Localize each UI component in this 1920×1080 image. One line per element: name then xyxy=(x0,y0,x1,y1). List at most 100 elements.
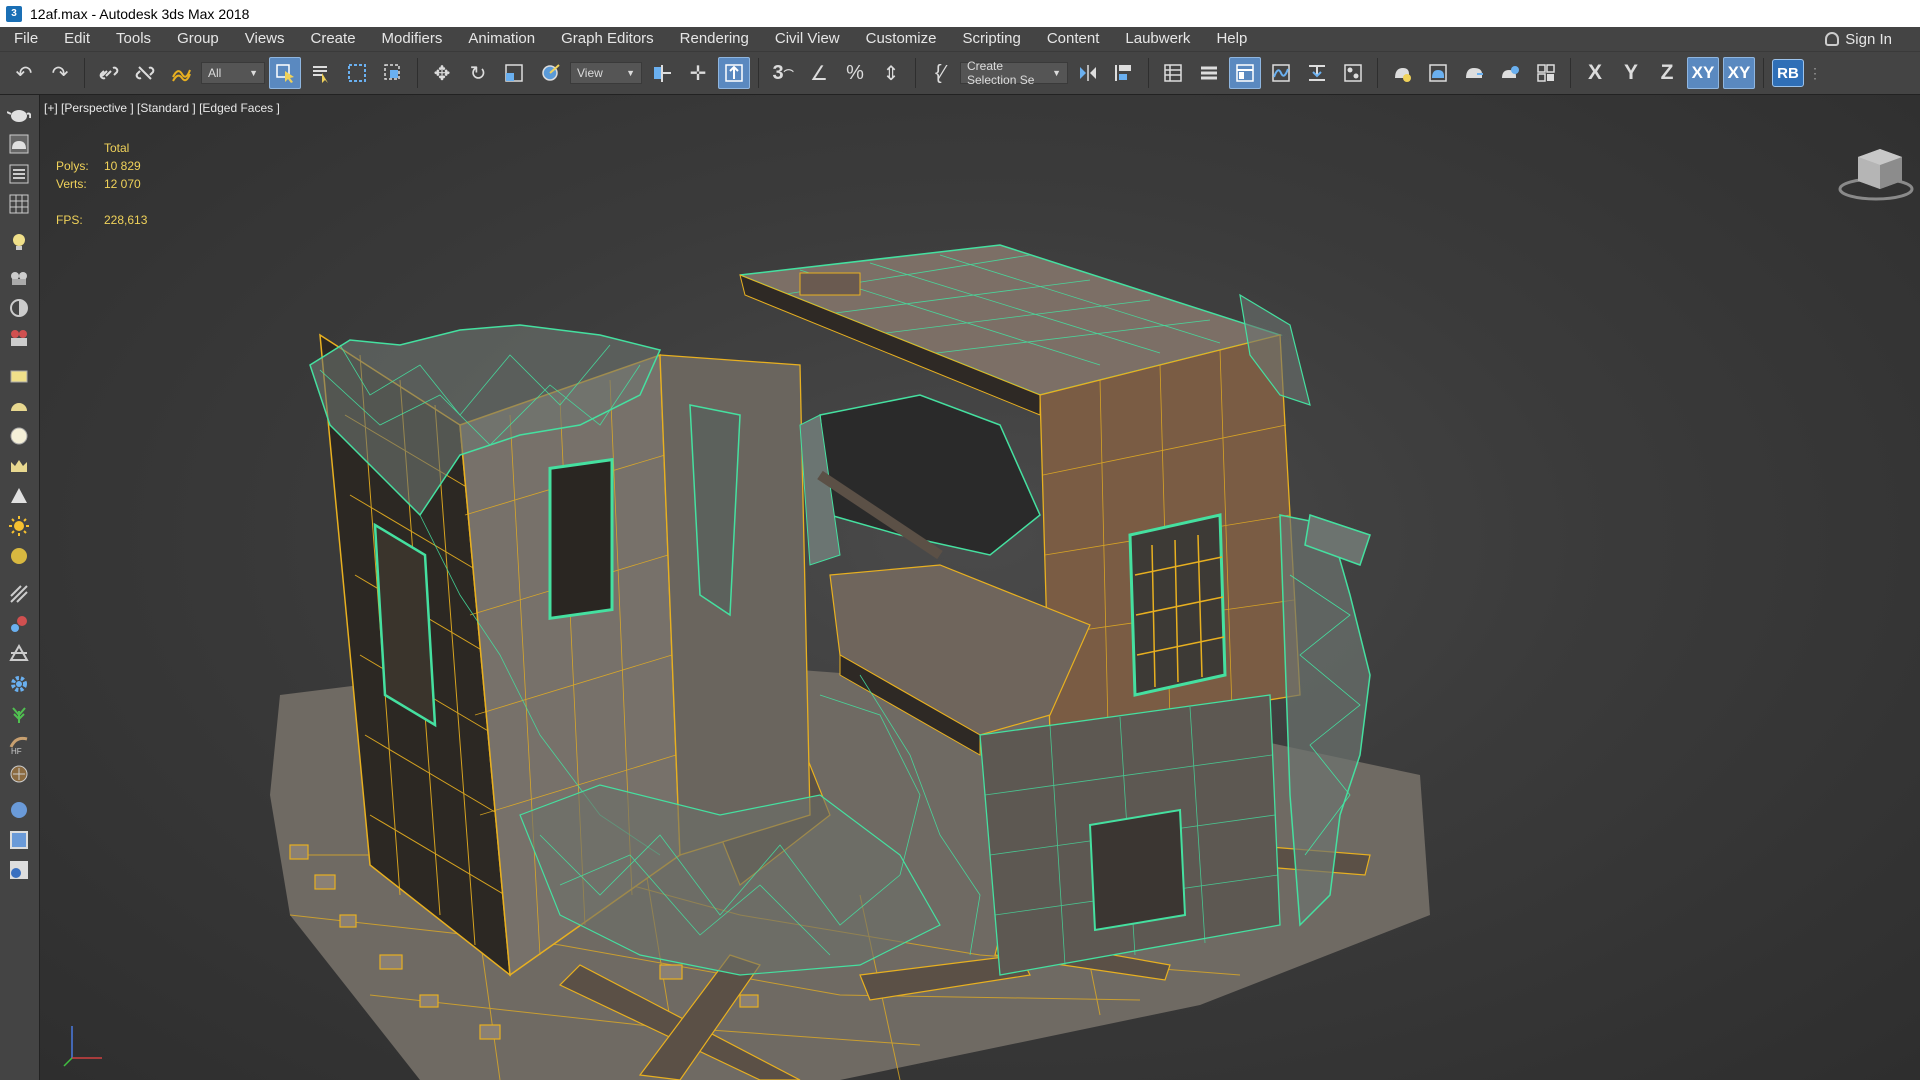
snaps-toggle-icon[interactable]: 3 ⌒ xyxy=(767,57,799,89)
menu-content[interactable]: Content xyxy=(1034,27,1113,51)
toolbar-grip-icon[interactable]: ⋮ xyxy=(1808,57,1822,89)
undo-icon[interactable]: ↶ xyxy=(8,57,40,89)
reference-coord-value: View xyxy=(577,66,603,80)
menu-help[interactable]: Help xyxy=(1203,27,1260,51)
pivot-center-icon[interactable] xyxy=(646,57,678,89)
axis-constraint-y[interactable]: Y xyxy=(1615,57,1647,89)
toolbar-divider xyxy=(1377,58,1378,88)
stats-fps-value: 228,613 xyxy=(104,213,148,227)
motion-path-icon[interactable] xyxy=(6,295,32,321)
toggle-ribbon-icon[interactable] xyxy=(1229,57,1261,89)
rotate-icon[interactable]: ↻ xyxy=(462,57,494,89)
cone-primitive-icon[interactable] xyxy=(6,483,32,509)
left-wall-window xyxy=(548,457,614,621)
light-bulb-icon[interactable] xyxy=(6,229,32,255)
menu-modifiers[interactable]: Modifiers xyxy=(369,27,456,51)
teapot-icon[interactable] xyxy=(6,101,32,127)
material-slot-icon[interactable] xyxy=(6,827,32,853)
unlink-icon[interactable] xyxy=(129,57,161,89)
select-manipulate-icon[interactable]: ✛ xyxy=(682,57,714,89)
perspective-viewport[interactable]: [+] [Perspective ] [Standard ] [Edged Fa… xyxy=(40,95,1920,1080)
sphere-primitive-icon[interactable] xyxy=(6,423,32,449)
menu-rendering[interactable]: Rendering xyxy=(667,27,762,51)
menu-group[interactable]: Group xyxy=(164,27,232,51)
viewport-label[interactable]: [+] [Perspective ] [Standard ] [Edged Fa… xyxy=(44,101,280,115)
menu-laubwerk[interactable]: Laubwerk xyxy=(1112,27,1203,51)
menu-views[interactable]: Views xyxy=(232,27,298,51)
menu-graph-editors[interactable]: Graph Editors xyxy=(548,27,667,51)
3ds-max-icon[interactable]: 3 xyxy=(6,5,22,22)
svg-text:HF: HF xyxy=(11,747,22,755)
menu-customize[interactable]: Customize xyxy=(853,27,950,51)
menu-civil-view[interactable]: Civil View xyxy=(762,27,853,51)
move-icon[interactable]: ✥ xyxy=(426,57,458,89)
axis-constraint-xy[interactable]: XY xyxy=(1687,57,1719,89)
render-setup-icon[interactable] xyxy=(1386,57,1418,89)
render-output-icon[interactable] xyxy=(6,857,32,883)
rect-selection-icon[interactable] xyxy=(341,57,373,89)
select-by-name-icon[interactable] xyxy=(305,57,337,89)
reference-coord-dropdown[interactable]: View ▼ xyxy=(570,62,642,84)
material-editor-icon[interactable] xyxy=(1337,57,1369,89)
compound-object-icon[interactable] xyxy=(6,641,32,667)
curve-editor-icon[interactable] xyxy=(1265,57,1297,89)
render-shortcuts-icon[interactable] xyxy=(1530,57,1562,89)
scale-icon[interactable] xyxy=(498,57,530,89)
rb-button[interactable]: RB xyxy=(1772,59,1804,87)
mirror-icon[interactable] xyxy=(1072,57,1104,89)
video-camera-icon[interactable] xyxy=(6,325,32,351)
rendered-frame-window-icon[interactable] xyxy=(1422,57,1454,89)
hemisphere-primitive-icon[interactable] xyxy=(6,393,32,419)
sign-in-button[interactable]: Sign In xyxy=(1825,27,1892,51)
lower-door xyxy=(1088,808,1187,932)
menu-file[interactable]: File xyxy=(0,27,51,51)
viewcube-icon[interactable] xyxy=(1834,135,1914,205)
toolbar-divider xyxy=(915,58,916,88)
plane-primitive-icon[interactable] xyxy=(6,363,32,389)
axis-constraint-xy-cycle[interactable]: XY xyxy=(1723,57,1755,89)
selection-set-dropdown[interactable]: Create Selection Se ▼ xyxy=(960,59,1068,87)
spinner-snap-icon[interactable]: ⇕ xyxy=(875,57,907,89)
link-icon[interactable] xyxy=(93,57,125,89)
axis-constraint-x[interactable]: X xyxy=(1579,57,1611,89)
hair-fur-icon[interactable]: HF xyxy=(6,731,32,757)
percent-snap-icon[interactable]: % xyxy=(839,57,871,89)
select-object-icon[interactable] xyxy=(269,57,301,89)
render-production-icon[interactable] xyxy=(1458,57,1490,89)
hatch-pattern-icon[interactable] xyxy=(6,581,32,607)
selection-filter-dropdown[interactable]: All ▼ xyxy=(201,62,265,84)
angle-snap-icon[interactable]: ∠ xyxy=(803,57,835,89)
menu-tools[interactable]: Tools xyxy=(103,27,164,51)
menu-animation[interactable]: Animation xyxy=(455,27,548,51)
gear-icon[interactable] xyxy=(6,671,32,697)
cloth-icon[interactable] xyxy=(6,761,32,787)
sun-light-icon[interactable] xyxy=(6,513,32,539)
camera-helper-icon[interactable] xyxy=(6,265,32,291)
edit-named-selection-icon[interactable]: {⁄ xyxy=(924,57,956,89)
redo-icon[interactable]: ↷ xyxy=(44,57,76,89)
foliage-icon[interactable] xyxy=(6,701,32,727)
particle-system-icon[interactable] xyxy=(6,611,32,637)
user-icon xyxy=(1825,32,1840,46)
keyboard-shortcut-override-icon[interactable] xyxy=(718,57,750,89)
menu-edit[interactable]: Edit xyxy=(51,27,103,51)
placement-icon[interactable] xyxy=(534,57,566,89)
schematic-view-icon[interactable] xyxy=(1301,57,1333,89)
list-panel-icon[interactable] xyxy=(6,161,32,187)
layer-explorer-icon[interactable] xyxy=(1193,57,1225,89)
gold-sphere-icon[interactable] xyxy=(6,543,32,569)
blue-sphere-icon[interactable] xyxy=(6,797,32,823)
align-icon[interactable] xyxy=(1108,57,1140,89)
menu-scripting[interactable]: Scripting xyxy=(949,27,1033,51)
window-crossing-icon[interactable] xyxy=(377,57,409,89)
menu-create[interactable]: Create xyxy=(298,27,369,51)
axis-constraint-z[interactable]: Z xyxy=(1651,57,1683,89)
render-cloud-icon[interactable] xyxy=(1494,57,1526,89)
scene-render xyxy=(270,244,1430,1080)
render-frame-icon[interactable] xyxy=(6,131,32,157)
scene-explorer-icon[interactable] xyxy=(1157,57,1189,89)
grid-panel-icon[interactable] xyxy=(6,191,32,217)
selection-filter-value: All xyxy=(208,66,222,80)
crown-primitive-icon[interactable] xyxy=(6,453,32,479)
bind-space-warp-icon[interactable] xyxy=(165,57,197,89)
